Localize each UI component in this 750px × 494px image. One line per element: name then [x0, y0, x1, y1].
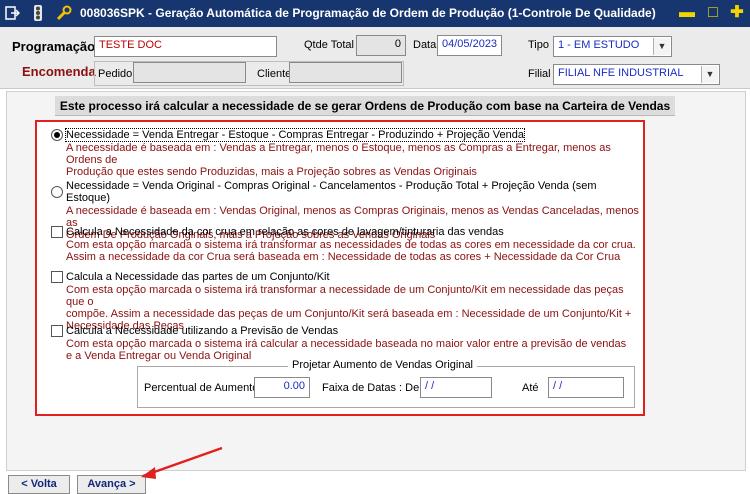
- filial-select-value: FILIAL NFE INDUSTRIAL: [558, 67, 684, 79]
- tipo-select[interactable]: 1 - EM ESTUDO ▼: [553, 36, 672, 57]
- option-3: Calcula a Necessidade da cor crua em rel…: [51, 226, 639, 263]
- restore-button[interactable]: □: [704, 4, 722, 22]
- option-1-desc-line: A necessidade é baseada em : Vendas a En…: [66, 142, 611, 166]
- data-label: Data: [413, 39, 437, 51]
- header-form: Programação TESTE DOC Qtde Total 0 Data …: [0, 27, 750, 89]
- pedido-label: Pedido: [98, 68, 133, 80]
- projection-group-title: Projetar Aumento de Vendas Original: [288, 359, 478, 371]
- option-1-desc-line: Produção que estes sendo Produzidas, mai…: [66, 166, 477, 178]
- option-1-label[interactable]: Necessidade = Venda Entregar - Estoque -…: [65, 128, 525, 142]
- traffic-light-icon[interactable]: [30, 5, 46, 21]
- option-3-desc-line: Assim a necessidade da cor Crua será bas…: [66, 251, 621, 263]
- option-5-label[interactable]: Calcula a Necessidade utilizando a Previ…: [66, 325, 338, 337]
- data-de-field[interactable]: / /: [420, 377, 492, 398]
- window-title: 008036SPK - Geração Automática de Progra…: [80, 6, 656, 20]
- tipo-label: Tipo: [528, 39, 549, 51]
- voltar-button[interactable]: < Volta: [8, 475, 70, 494]
- options-highlight-box: Necessidade = Venda Entregar - Estoque -…: [35, 120, 645, 416]
- qtde-total-field: 0: [356, 35, 406, 56]
- filial-select[interactable]: FILIAL NFE INDUSTRIAL ▼: [553, 64, 720, 85]
- option-4-desc-line: Com esta opção marcada o sistema irá tra…: [66, 284, 624, 308]
- wrench-icon[interactable]: [56, 5, 72, 21]
- option-4-desc-line: compõe. Assim a necessidade das peças de…: [66, 308, 632, 320]
- encomenda-label: Encomenda: [22, 64, 96, 79]
- percentual-label: Percentual de Aumento: [144, 382, 259, 394]
- minimize-button[interactable]: ▬: [678, 4, 696, 22]
- option-4-checkbox[interactable]: [51, 271, 63, 283]
- exit-icon[interactable]: [4, 5, 20, 21]
- projection-group: Projetar Aumento de Vendas Original Perc…: [137, 359, 635, 408]
- cliente-label: Cliente: [257, 68, 292, 80]
- option-3-checkbox[interactable]: [51, 226, 63, 238]
- option-1: Necessidade = Venda Entregar - Estoque -…: [51, 128, 639, 178]
- chevron-down-icon[interactable]: ▼: [701, 66, 718, 83]
- chevron-down-icon[interactable]: ▼: [653, 38, 670, 55]
- add-button[interactable]: ✚: [728, 4, 746, 22]
- option-3-desc-line: Com esta opção marcada o sistema irá tra…: [66, 239, 636, 251]
- option-5-checkbox[interactable]: [51, 325, 63, 337]
- avancar-button[interactable]: Avança >: [77, 475, 146, 494]
- faixa-datas-label: Faixa de Datas : De: [322, 382, 420, 394]
- data-field[interactable]: 04/05/2023: [437, 35, 502, 56]
- option-4-label[interactable]: Calcula a Necessidade das partes de um C…: [66, 271, 330, 283]
- cliente-field[interactable]: [289, 62, 402, 83]
- option-4: Calcula a Necessidade das partes de um C…: [51, 271, 639, 332]
- percentual-field[interactable]: 0.00: [254, 377, 310, 398]
- option-5-desc-line: Com esta opção marcada o sistema irá cal…: [66, 338, 627, 350]
- title-bar: 008036SPK - Geração Automática de Progra…: [0, 0, 750, 27]
- data-ate-field[interactable]: / /: [548, 377, 624, 398]
- filial-label: Filial: [528, 68, 551, 80]
- pedido-field[interactable]: [133, 62, 246, 83]
- qtde-total-label: Qtde Total: [304, 39, 354, 51]
- main-panel: Este processo irá calcular a necessidade…: [6, 91, 746, 471]
- option-5: Calcula a Necessidade utilizando a Previ…: [51, 325, 639, 362]
- option-3-label[interactable]: Calcula a Necessidade da cor crua em rel…: [66, 226, 504, 238]
- option-2-label[interactable]: Necessidade = Venda Original - Compras O…: [66, 180, 639, 204]
- programacao-field[interactable]: TESTE DOC: [94, 36, 277, 57]
- option-1-radio[interactable]: [51, 129, 63, 141]
- option-2-radio[interactable]: [51, 186, 63, 198]
- tipo-select-value: 1 - EM ESTUDO: [558, 39, 640, 51]
- process-description-banner: Este processo irá calcular a necessidade…: [55, 96, 675, 116]
- ate-label: Até: [522, 382, 539, 394]
- programacao-label: Programação: [12, 39, 96, 54]
